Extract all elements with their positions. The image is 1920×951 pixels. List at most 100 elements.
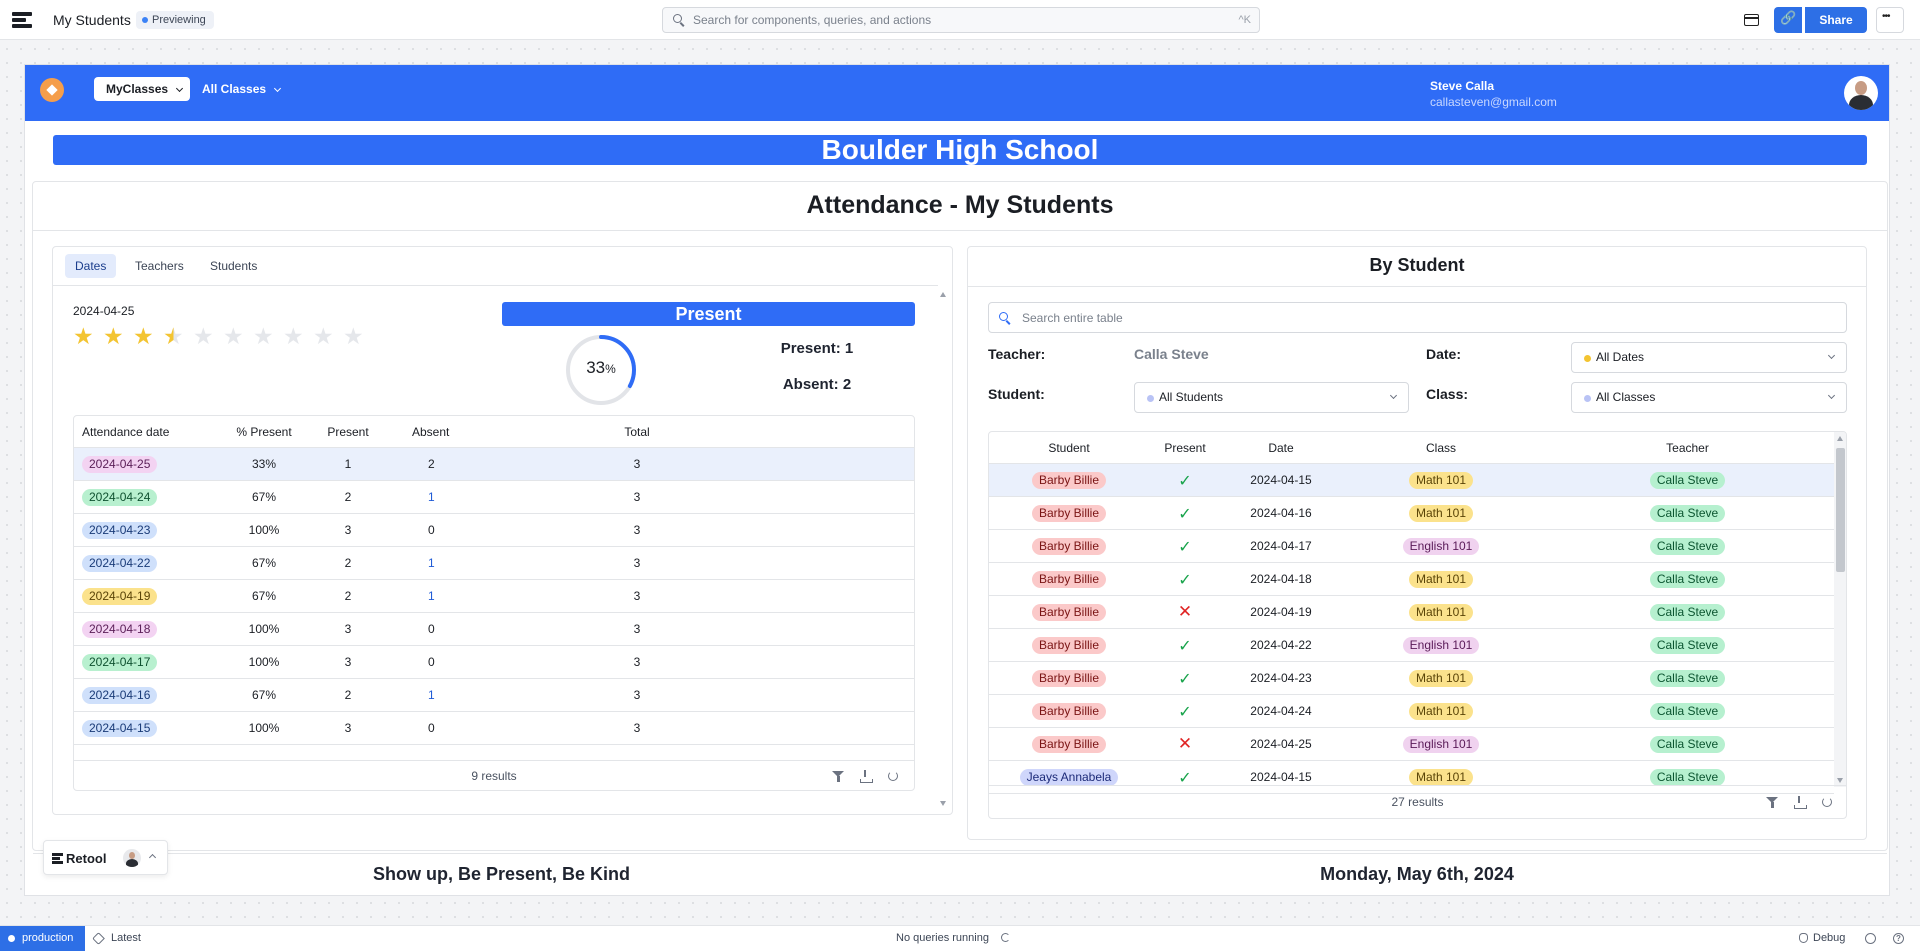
school-name-banner: Boulder High School: [53, 135, 1867, 165]
chevron-down-icon: [1827, 391, 1836, 400]
table-row[interactable]: 2024-04-22 67% 2 1 3: [74, 547, 914, 580]
environment-badge[interactable]: production: [0, 926, 85, 951]
table-row[interactable]: 2024-04-17 100% 3 0 3: [74, 646, 914, 679]
tab-dates[interactable]: Dates: [65, 254, 117, 278]
column-header[interactable]: Class: [1341, 432, 1541, 463]
teacher-cell: Calla Steve: [1541, 563, 1834, 595]
date-filter-select[interactable]: All Dates: [1571, 342, 1847, 373]
history-icon[interactable]: [1865, 933, 1876, 944]
date-cell: 2024-04-22: [82, 547, 222, 579]
class-filter-select[interactable]: All Classes: [1571, 382, 1847, 413]
preview-icon[interactable]: [1737, 7, 1765, 33]
column-header[interactable]: Absent: [412, 416, 492, 447]
column-header[interactable]: Student: [989, 432, 1149, 463]
present-cell: ✓: [1149, 629, 1221, 661]
global-search-input[interactable]: [693, 8, 1193, 32]
scroll-down-icon[interactable]: [1837, 778, 1843, 783]
total-cell: 3: [633, 655, 641, 669]
table-row[interactable]: Barby Billie ✓ 2024-04-24 Math 101 Calla Ste…: [989, 695, 1834, 728]
tab-teachers[interactable]: Teachers: [125, 254, 194, 278]
filter-icon[interactable]: [1766, 796, 1779, 809]
version-label[interactable]: Latest: [111, 932, 141, 944]
star-icon[interactable]: ★: [253, 324, 274, 350]
table-row[interactable]: Barby Billie ✓ 2024-04-22 English 101 Calla …: [989, 629, 1834, 662]
panel-scrollbar[interactable]: [937, 288, 949, 810]
star-icon[interactable]: ★: [343, 324, 364, 350]
table-row[interactable]: 2024-04-23 100% 3 0 3: [74, 514, 914, 547]
rating-stars[interactable]: ★ ★ ★ ★ ★ ★ ★ ★ ★ ★: [73, 324, 373, 350]
table-row[interactable]: 2024-04-15 100% 3 0 3: [74, 712, 914, 745]
table-row[interactable]: 2024-04-25 33% 1 2 3: [74, 448, 914, 481]
date-pill: 2024-04-23: [82, 521, 158, 539]
refresh-icon[interactable]: [887, 770, 900, 783]
star-icon[interactable]: ★: [133, 324, 154, 350]
table-row[interactable]: 2024-04-18 100% 3 0 3: [74, 613, 914, 646]
check-icon: ✓: [1178, 767, 1192, 787]
column-header[interactable]: Date: [1221, 432, 1341, 463]
link-icon[interactable]: [1774, 7, 1802, 33]
percent-cell: 33%: [251, 457, 277, 471]
nav-myclasses-dropdown[interactable]: MyClasses: [94, 77, 191, 101]
retool-logo-icon[interactable]: [12, 12, 32, 28]
table-row[interactable]: Barby Billie ✓ 2024-04-17 English 101 Calla …: [989, 530, 1834, 563]
table-row[interactable]: Barby Billie ✓ 2024-04-16 Math 101 Calla Ste…: [989, 497, 1834, 530]
download-icon[interactable]: [859, 770, 873, 783]
star-icon[interactable]: ★: [193, 324, 214, 350]
table-row[interactable]: Barby Billie ✓ 2024-04-23 Math 101 Calla Ste…: [989, 662, 1834, 695]
table-search-input[interactable]: [1022, 303, 1722, 332]
sync-icon[interactable]: [1001, 933, 1010, 942]
retool-user-chip[interactable]: Retool: [43, 840, 168, 875]
table-row[interactable]: 2024-04-16 67% 2 1 3: [74, 679, 914, 712]
debug-button[interactable]: Debug: [1813, 932, 1845, 944]
column-header[interactable]: % Present: [222, 416, 306, 447]
column-header[interactable]: Total: [492, 416, 782, 447]
help-icon[interactable]: ?: [1893, 933, 1904, 944]
student-tag: Barby Billie: [1031, 570, 1107, 588]
present-banner: Present: [502, 302, 915, 326]
table-row[interactable]: Barby Billie ✓ 2024-04-15 Math 101 Calla Ste…: [989, 464, 1834, 497]
scrollbar-thumb[interactable]: [1836, 448, 1845, 572]
app-logo-icon: [40, 78, 64, 102]
star-icon[interactable]: ★: [103, 324, 124, 350]
table-scrollbar[interactable]: [1834, 432, 1846, 787]
date-cell: 2024-04-16: [1250, 506, 1312, 520]
student-cell: Barby Billie: [989, 728, 1149, 760]
table-row[interactable]: Barby Billie ✕ 2024-04-25 English 101 Calla …: [989, 728, 1834, 761]
scroll-up-icon[interactable]: [1837, 436, 1843, 441]
star-icon[interactable]: ★: [313, 324, 334, 350]
class-cell: English 101: [1341, 728, 1541, 760]
table-search[interactable]: [988, 302, 1847, 333]
column-header[interactable]: Present: [1149, 432, 1221, 463]
star-icon[interactable]: ★: [163, 324, 184, 350]
column-header[interactable]: Teacher: [1541, 432, 1834, 463]
filter-icon[interactable]: [832, 770, 845, 783]
share-button[interactable]: Share: [1805, 7, 1867, 33]
star-icon[interactable]: ★: [223, 324, 244, 350]
table-row[interactable]: 2024-04-19 67% 2 1 3: [74, 580, 914, 613]
star-icon[interactable]: ★: [283, 324, 304, 350]
global-search[interactable]: ^K: [662, 7, 1260, 33]
table-row[interactable]: 2024-04-24 67% 2 1 3: [74, 481, 914, 514]
teacher-cell: Calla Steve: [1541, 629, 1834, 661]
table-row[interactable]: Barby Billie ✕ 2024-04-19 Math 101 Calla Ste…: [989, 596, 1834, 629]
teacher-tag: Calla Steve: [1649, 537, 1726, 555]
tab-students[interactable]: Students: [200, 254, 267, 278]
avatar[interactable]: [1844, 76, 1878, 110]
teacher-tag: Calla Steve: [1649, 768, 1726, 786]
nav-allclasses-dropdown[interactable]: All Classes: [202, 77, 284, 101]
column-header[interactable]: Present: [306, 416, 390, 447]
class-filter-label: Class:: [1426, 386, 1469, 402]
download-icon[interactable]: [1793, 796, 1807, 809]
more-icon[interactable]: [1876, 7, 1904, 33]
star-icon[interactable]: ★: [73, 324, 94, 350]
class-tag: English 101: [1402, 636, 1480, 654]
mode-badge[interactable]: Previewing: [136, 11, 214, 29]
column-header[interactable]: Attendance date: [82, 416, 222, 447]
queries-status: No queries running: [896, 932, 989, 944]
scroll-down-icon[interactable]: [940, 801, 946, 806]
retool-logo-icon: [52, 853, 63, 864]
refresh-icon[interactable]: [1821, 796, 1834, 809]
scroll-up-icon[interactable]: [940, 292, 946, 297]
table-row[interactable]: Barby Billie ✓ 2024-04-18 Math 101 Calla Ste…: [989, 563, 1834, 596]
student-filter-select[interactable]: All Students: [1134, 382, 1409, 413]
